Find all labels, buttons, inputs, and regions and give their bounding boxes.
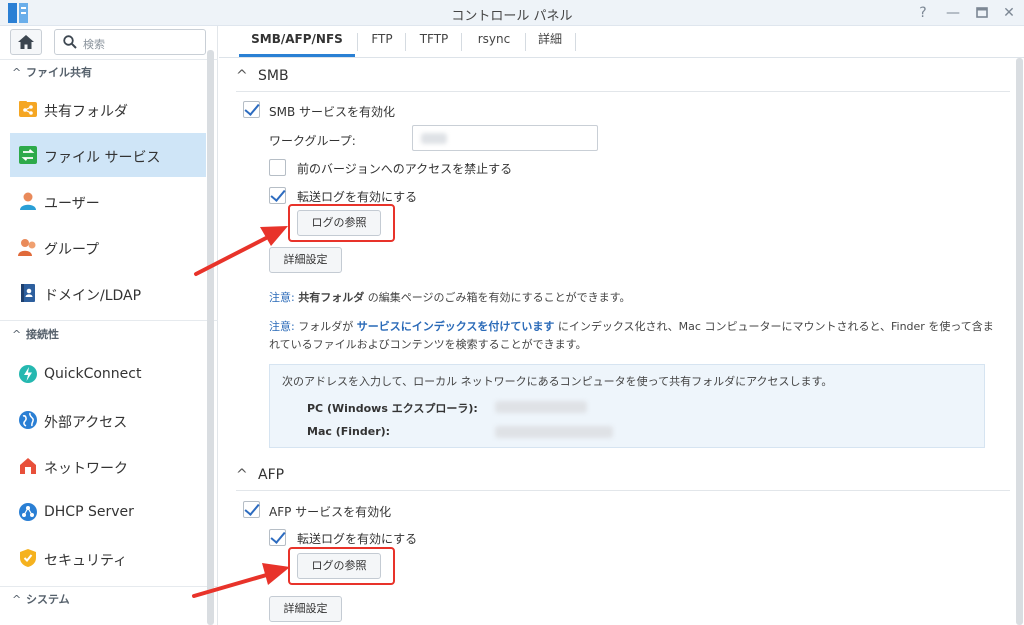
sidebar-item-security[interactable]: セキュリティ: [10, 536, 206, 580]
note-text: にインデックス化され、Mac コンピューターにマウントされると、Finder を…: [554, 320, 994, 333]
smb-view-log-button[interactable]: ログの参照: [297, 210, 381, 236]
search-input[interactable]: 検索: [54, 29, 206, 55]
smb-transfer-log-checkbox[interactable]: [269, 187, 286, 204]
search-placeholder: 検索: [83, 38, 105, 51]
afp-enable-label: AFP サービスを有効化: [269, 505, 392, 519]
note-prefix: 注意:: [269, 320, 295, 333]
sidebar-group-connectivity[interactable]: ^ 接続性: [12, 326, 59, 342]
main-content: ^ SMB SMB サービスを有効化 ワークグループ: 前のバージョンへのアクセス…: [219, 58, 1024, 625]
quickconnect-icon: [19, 365, 37, 383]
section-title: SMB: [258, 68, 289, 84]
afp-section-header[interactable]: ^ AFP: [236, 467, 284, 483]
smb-advanced-settings-button[interactable]: 詳細設定: [269, 247, 342, 273]
close-icon[interactable]: ✕: [1000, 4, 1018, 22]
sidebar-item-label: DHCP Server: [44, 504, 134, 520]
afp-advanced-settings-button[interactable]: 詳細設定: [269, 596, 342, 622]
workgroup-input[interactable]: [412, 125, 598, 151]
sidebar-item-label: ネットワーク: [44, 461, 128, 477]
note-text-line2: れているファイルおよびコンテンツを検索することができます。: [269, 338, 587, 351]
group-label: 接続性: [26, 328, 59, 341]
group-label: システム: [26, 593, 70, 606]
smb-transfer-log-label: 転送ログを有効にする: [297, 190, 418, 204]
dhcp-server-icon: [19, 503, 37, 521]
file-services-icon: [19, 146, 37, 164]
home-button[interactable]: [10, 29, 42, 55]
sidebar-item-external-access[interactable]: 外部アクセス: [10, 398, 206, 442]
content-scrollbar[interactable]: [1016, 58, 1023, 625]
section-title: AFP: [258, 467, 285, 483]
chevron-up-icon: ^: [236, 467, 248, 483]
note-recycle-bin: 注意: 共有フォルダ の編集ページのごみ箱を有効にすることができます。: [269, 289, 631, 307]
search-icon: [63, 35, 77, 49]
network-icon: [20, 458, 36, 474]
sidebar-scrollbar[interactable]: [207, 50, 214, 625]
note-indexing: 注意: フォルダが サービスにインデックスを付けています にインデックス化され、…: [269, 318, 1009, 354]
title-bar: コントロール パネル ? — ✕: [0, 0, 1024, 26]
mac-address-label: Mac (Finder):: [307, 425, 391, 438]
sidebar-item-network[interactable]: ネットワーク: [10, 444, 206, 488]
sidebar-group-system[interactable]: ^ システム: [12, 591, 70, 607]
workgroup-label: ワークグループ:: [269, 134, 356, 148]
external-access-icon: [19, 411, 37, 429]
tab-bar: SMB/AFP/NFS FTP TFTP rsync 詳細: [219, 26, 1024, 58]
disable-previous-version-label: 前のバージョンへのアクセスを禁止する: [297, 162, 513, 176]
tab-smb-afp-nfs[interactable]: SMB/AFP/NFS: [239, 26, 355, 57]
smb-enable-label: SMB サービスを有効化: [269, 105, 396, 119]
sidebar-item-label: セキュリティ: [44, 553, 128, 569]
sidebar-item-label: ファイル サービス: [44, 150, 161, 166]
sidebar-item-label: ユーザー: [44, 196, 100, 212]
sidebar-item-label: ドメイン/LDAP: [44, 288, 142, 304]
maximize-icon[interactable]: [973, 4, 991, 22]
sidebar-item-label: 共有フォルダ: [44, 104, 128, 120]
tab-rsync[interactable]: rsync: [465, 26, 523, 57]
afp-enable-checkbox[interactable]: [243, 501, 260, 518]
group-label: ファイル共有: [26, 66, 92, 79]
tab-tftp[interactable]: TFTP: [409, 26, 459, 57]
smb-enable-checkbox[interactable]: [243, 101, 260, 118]
chevron-up-icon: ^: [12, 66, 22, 79]
minimize-icon[interactable]: —: [944, 4, 962, 22]
shared-folder-icon: [19, 101, 37, 117]
note-prefix: 注意:: [269, 291, 295, 304]
sidebar: 検索 ^ ファイル共有 共有フォルダ ファイル サービス ユーザー グループ ドメ…: [0, 26, 218, 625]
note-text: の編集ページのごみ箱を有効にすることができます。: [364, 291, 631, 304]
sidebar-item-label: グループ: [44, 242, 100, 258]
note-text: フォルダが: [294, 320, 357, 333]
sidebar-item-file-services[interactable]: ファイル サービス: [10, 133, 206, 177]
domain-ldap-icon: [21, 284, 35, 302]
mac-address-value: [495, 426, 613, 438]
smb-section-header[interactable]: ^ SMB: [236, 68, 289, 84]
sidebar-item-quickconnect[interactable]: QuickConnect: [10, 352, 206, 396]
sidebar-item-domain-ldap[interactable]: ドメイン/LDAP: [10, 271, 206, 315]
tab-ftp[interactable]: FTP: [361, 26, 403, 57]
help-icon[interactable]: ?: [914, 4, 932, 22]
sidebar-item-dhcp-server[interactable]: DHCP Server: [10, 490, 206, 534]
chevron-up-icon: ^: [12, 593, 22, 606]
access-info-box: 次のアドレスを入力して、ローカル ネットワークにあるコンピュータを使って共有フォ…: [269, 364, 985, 448]
afp-transfer-log-label: 転送ログを有効にする: [297, 532, 418, 546]
pc-address-value: [495, 401, 587, 413]
security-icon: [20, 549, 36, 567]
sidebar-item-user[interactable]: ユーザー: [10, 179, 206, 223]
afp-view-log-button[interactable]: ログの参照: [297, 553, 381, 579]
redacted-value: [421, 133, 447, 144]
disable-previous-version-checkbox[interactable]: [269, 159, 286, 176]
indexing-service-link[interactable]: サービスにインデックスを付けています: [357, 320, 555, 333]
group-icon: [18, 239, 36, 256]
tab-advanced[interactable]: 詳細: [529, 26, 571, 57]
chevron-up-icon: ^: [12, 328, 22, 341]
chevron-up-icon: ^: [236, 68, 248, 84]
sidebar-item-shared-folder[interactable]: 共有フォルダ: [10, 87, 206, 131]
sidebar-item-label: QuickConnect: [44, 366, 142, 382]
sidebar-item-group[interactable]: グループ: [10, 225, 206, 269]
afp-transfer-log-checkbox[interactable]: [269, 529, 286, 546]
sidebar-group-file-sharing[interactable]: ^ ファイル共有: [12, 64, 92, 80]
user-icon: [20, 192, 36, 210]
window-title: コントロール パネル: [451, 9, 573, 24]
shared-folder-link[interactable]: 共有フォルダ: [298, 291, 364, 304]
sidebar-item-label: 外部アクセス: [44, 415, 128, 431]
pc-address-label: PC (Windows エクスプローラ):: [307, 402, 478, 415]
access-intro: 次のアドレスを入力して、ローカル ネットワークにあるコンピュータを使って共有フォ…: [282, 375, 833, 388]
home-icon: [18, 35, 34, 49]
